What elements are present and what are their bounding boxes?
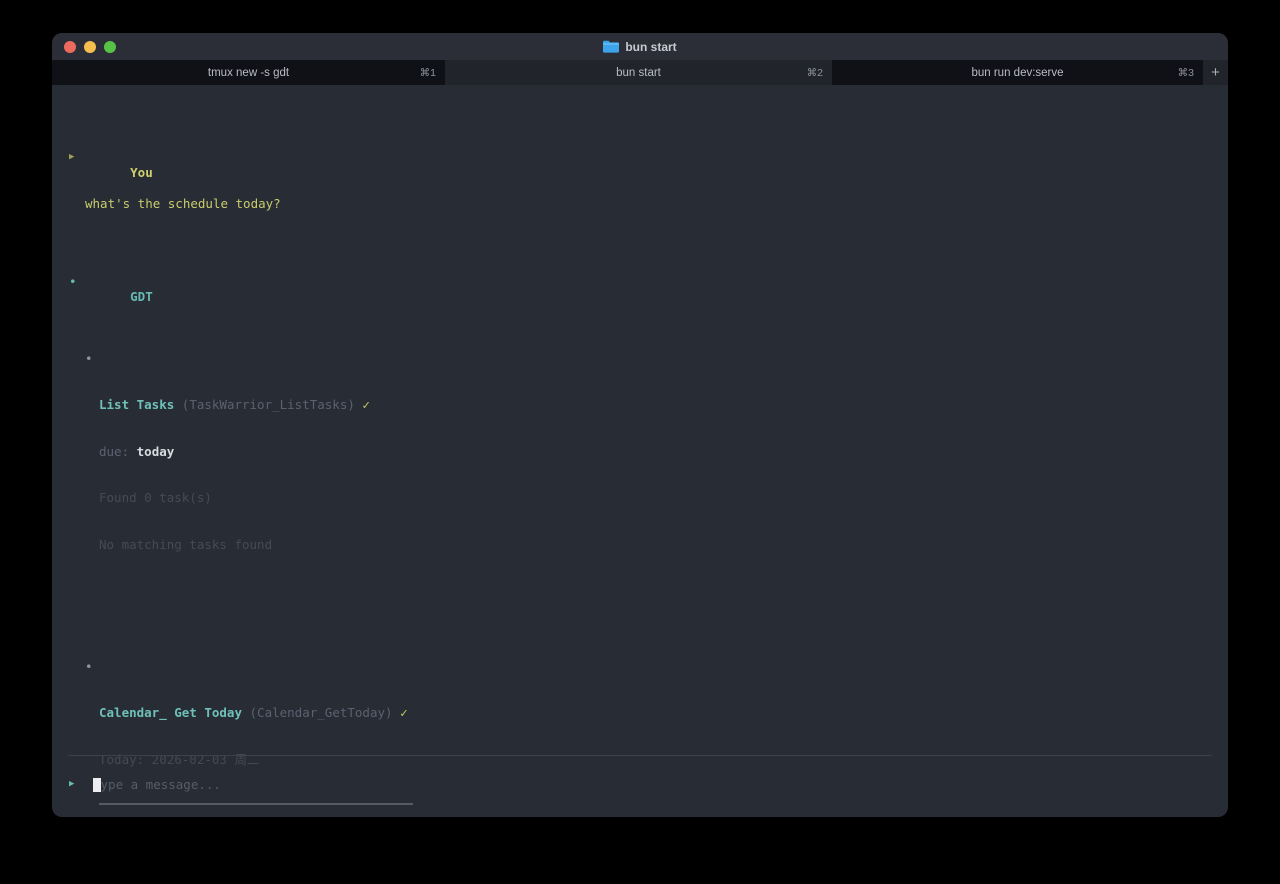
user-name: You bbox=[130, 165, 153, 180]
tool-bullet-icon: • bbox=[85, 351, 93, 367]
message-input[interactable]: ▶ Type a message... bbox=[93, 777, 221, 793]
calendar-preview-header: Today: 2026-02-03 周二 bbox=[99, 752, 1228, 768]
tool-id: (Calendar_GetToday) bbox=[250, 705, 393, 720]
tool-title-line: List Tasks (TaskWarrior_ListTasks) ✓ bbox=[99, 397, 1228, 413]
tool-name: Calendar_ Get Today bbox=[99, 705, 242, 720]
input-prompt-icon: ▶ bbox=[69, 777, 74, 793]
user-prompt-icon: ▶ bbox=[69, 150, 74, 166]
assistant-bullet-icon: • bbox=[69, 274, 77, 290]
chat-log: ▶You what's the schedule today? •GDT • L… bbox=[52, 85, 1228, 817]
tab-dev-serve[interactable]: bun run dev:serve ⌘3 bbox=[832, 60, 1203, 85]
tool-call-calendar-get-today: • Calendar_ Get Today (Calendar_GetToday… bbox=[99, 659, 1228, 818]
tool-bullet-icon: • bbox=[85, 659, 93, 675]
tool-output-line: No matching tasks found bbox=[99, 537, 1228, 553]
text-cursor bbox=[93, 778, 101, 792]
tool-title-line: Calendar_ Get Today (Calendar_GetToday) … bbox=[99, 705, 1228, 721]
zoom-button[interactable] bbox=[104, 41, 116, 53]
minimize-button[interactable] bbox=[84, 41, 96, 53]
tool-arg-key: due: bbox=[99, 444, 129, 459]
tab-bar: tmux new -s gdt ⌘1 bun start ⌘2 bun run … bbox=[52, 60, 1228, 85]
new-tab-button[interactable]: + bbox=[1203, 60, 1228, 85]
tool-output-line: Found 0 task(s) bbox=[99, 490, 1228, 506]
input-placeholder: Type a message... bbox=[93, 777, 221, 793]
tool-success-check-icon: ✓ bbox=[400, 705, 408, 720]
tab-bun-start[interactable]: bun start ⌘2 bbox=[445, 60, 832, 85]
window-title-text: bun start bbox=[625, 40, 676, 54]
tool-success-check-icon: ✓ bbox=[362, 397, 370, 412]
assistant-name: GDT bbox=[130, 289, 153, 304]
tab-label: tmux new -s gdt bbox=[208, 67, 289, 79]
tab-label: bun start bbox=[616, 67, 661, 79]
tab-shortcut: ⌘3 bbox=[1178, 67, 1194, 79]
traffic-lights bbox=[64, 33, 116, 60]
window-title: bun start bbox=[603, 40, 676, 54]
user-message-text: what's the schedule today? bbox=[85, 196, 1228, 212]
tab-label: bun run dev:serve bbox=[971, 67, 1063, 79]
title-bar[interactable]: bun start bbox=[52, 33, 1228, 60]
tool-arg-value: today bbox=[137, 444, 175, 459]
tool-args-line: due: today bbox=[99, 444, 1228, 460]
user-message-header: ▶You bbox=[85, 150, 1228, 166]
tool-id: (TaskWarrior_ListTasks) bbox=[182, 397, 355, 412]
assistant-header: •GDT bbox=[85, 274, 1228, 290]
terminal-window: bun start tmux new -s gdt ⌘1 bun start ⌘… bbox=[52, 33, 1228, 817]
tool-call-list-tasks: • List Tasks (TaskWarrior_ListTasks) ✓ d… bbox=[99, 351, 1228, 584]
preview-divider bbox=[99, 803, 413, 805]
close-button[interactable] bbox=[64, 41, 76, 53]
tool-name: List Tasks bbox=[99, 397, 174, 412]
folder-icon bbox=[603, 40, 619, 53]
input-divider bbox=[68, 755, 1212, 756]
tab-shortcut: ⌘1 bbox=[420, 67, 436, 79]
tab-shortcut: ⌘2 bbox=[807, 67, 823, 79]
tab-tmux[interactable]: tmux new -s gdt ⌘1 bbox=[52, 60, 445, 85]
